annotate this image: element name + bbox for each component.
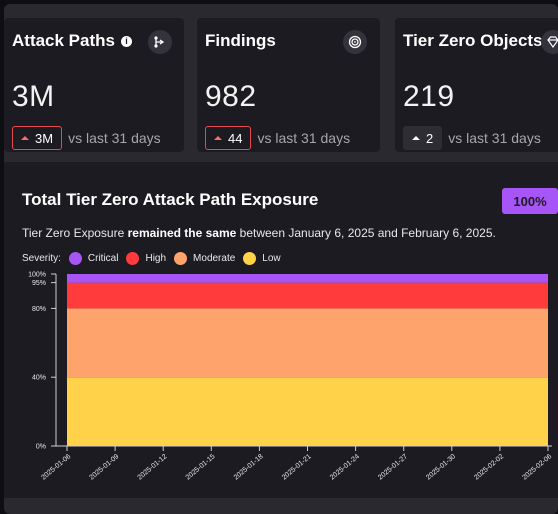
legend-label: Moderate xyxy=(193,253,236,264)
findings-title: Findings xyxy=(205,31,276,51)
findings-trend: 44 vs last 31 days xyxy=(205,126,350,150)
findings-card[interactable]: Findings 982 44 vs last 31 days xyxy=(197,18,380,152)
x-tick-label: 2025-01-18 xyxy=(233,453,265,481)
findings-value: 982 xyxy=(205,80,257,113)
tier-zero-objects-value: 219 xyxy=(403,80,455,113)
attack-paths-title-label: Attack Paths xyxy=(12,31,115,50)
x-tick-label: 2025-01-15 xyxy=(185,453,217,481)
trend-badge: 2 xyxy=(403,126,443,150)
trend-up-icon xyxy=(214,136,222,140)
dashboard-frame: Attack Paths i 3M 3M vs last 31 days Fin… xyxy=(4,4,558,514)
x-tick-label: 2025-01-09 xyxy=(88,453,120,481)
findings-spiral-icon[interactable] xyxy=(343,30,367,54)
legend-swatch xyxy=(243,252,257,265)
exposure-panel: Total Tier Zero Attack Path Exposure 100… xyxy=(4,162,558,498)
summary-prefix: Tier Zero Exposure xyxy=(22,226,128,240)
tier-zero-objects-trend: 2 vs last 31 days xyxy=(403,126,541,150)
trend-text: vs last 31 days xyxy=(448,130,541,146)
x-tick-label: 2025-01-21 xyxy=(281,453,313,481)
trend-up-icon xyxy=(21,136,29,140)
info-icon[interactable]: i xyxy=(120,35,132,47)
legend-label: Critical xyxy=(87,253,119,264)
summary-bold: remained the same xyxy=(127,226,237,240)
area-critical xyxy=(67,274,548,283)
route-icon[interactable] xyxy=(148,30,172,54)
x-tick-label: 2025-01-27 xyxy=(377,453,409,481)
x-tick-label: 2025-01-12 xyxy=(137,453,169,481)
legend-swatch xyxy=(68,252,82,265)
area-low xyxy=(67,377,548,446)
legend-low[interactable]: Low xyxy=(243,252,281,265)
x-tick-label: 2025-02-06 xyxy=(521,453,553,481)
trend-up-icon xyxy=(412,136,420,140)
trend-value: 3M xyxy=(35,130,54,146)
area-high xyxy=(67,282,548,309)
x-tick-label: 2025-01-24 xyxy=(329,453,361,481)
legend-swatch xyxy=(126,252,140,265)
y-tick-label: 0% xyxy=(36,444,46,451)
x-tick-label: 2025-01-30 xyxy=(425,453,457,481)
gem-icon[interactable] xyxy=(541,30,558,54)
legend-label: High xyxy=(145,253,167,264)
y-tick-label: 95% xyxy=(32,280,46,287)
attack-paths-trend: 3M vs last 31 days xyxy=(12,126,161,150)
attack-paths-card[interactable]: Attack Paths i 3M 3M vs last 31 days xyxy=(4,18,184,152)
legend-swatch xyxy=(174,252,188,265)
legend-critical[interactable]: Critical xyxy=(68,252,119,265)
trend-text: vs last 31 days xyxy=(68,130,161,146)
severity-legend: Severity: Critical High Moderate Low xyxy=(22,252,289,265)
x-tick-label: 2025-01-06 xyxy=(40,453,72,481)
x-tick-label: 2025-02-02 xyxy=(473,453,505,481)
attack-paths-value: 3M xyxy=(12,80,55,113)
tier-zero-objects-title: Tier Zero Objects xyxy=(403,31,543,51)
tier-zero-objects-card[interactable]: Tier Zero Objects 219 2 vs last 31 days xyxy=(395,18,558,152)
y-tick-label: 100% xyxy=(28,272,46,279)
trend-badge: 3M xyxy=(12,126,63,150)
trend-value: 2 xyxy=(426,130,434,146)
exposure-summary: Tier Zero Exposure remained the same bet… xyxy=(22,226,496,240)
summary-suffix: between January 6, 2025 and February 6, … xyxy=(236,226,496,240)
legend-high[interactable]: High xyxy=(126,252,166,265)
trend-badge: 44 xyxy=(205,126,252,150)
y-tick-label: 80% xyxy=(32,306,46,313)
severity-label: Severity: xyxy=(22,253,61,264)
tier-zero-objects-title-label: Tier Zero Objects xyxy=(403,31,543,50)
attack-paths-title: Attack Paths i xyxy=(12,31,132,51)
exposure-title: Total Tier Zero Attack Path Exposure xyxy=(22,190,319,209)
legend-label: Low xyxy=(262,253,281,264)
findings-title-label: Findings xyxy=(205,31,276,50)
y-tick-label: 40% xyxy=(32,375,46,382)
trend-value: 44 xyxy=(228,130,243,146)
legend-moderate[interactable]: Moderate xyxy=(174,252,235,265)
area-moderate xyxy=(67,308,548,378)
exposure-badge: 100% xyxy=(502,188,558,214)
exposure-chart: 0% 40% 80% 95%100% 2025-01-06 2025-01-09 2025-… xyxy=(28,272,553,482)
trend-text: vs last 31 days xyxy=(257,130,351,146)
